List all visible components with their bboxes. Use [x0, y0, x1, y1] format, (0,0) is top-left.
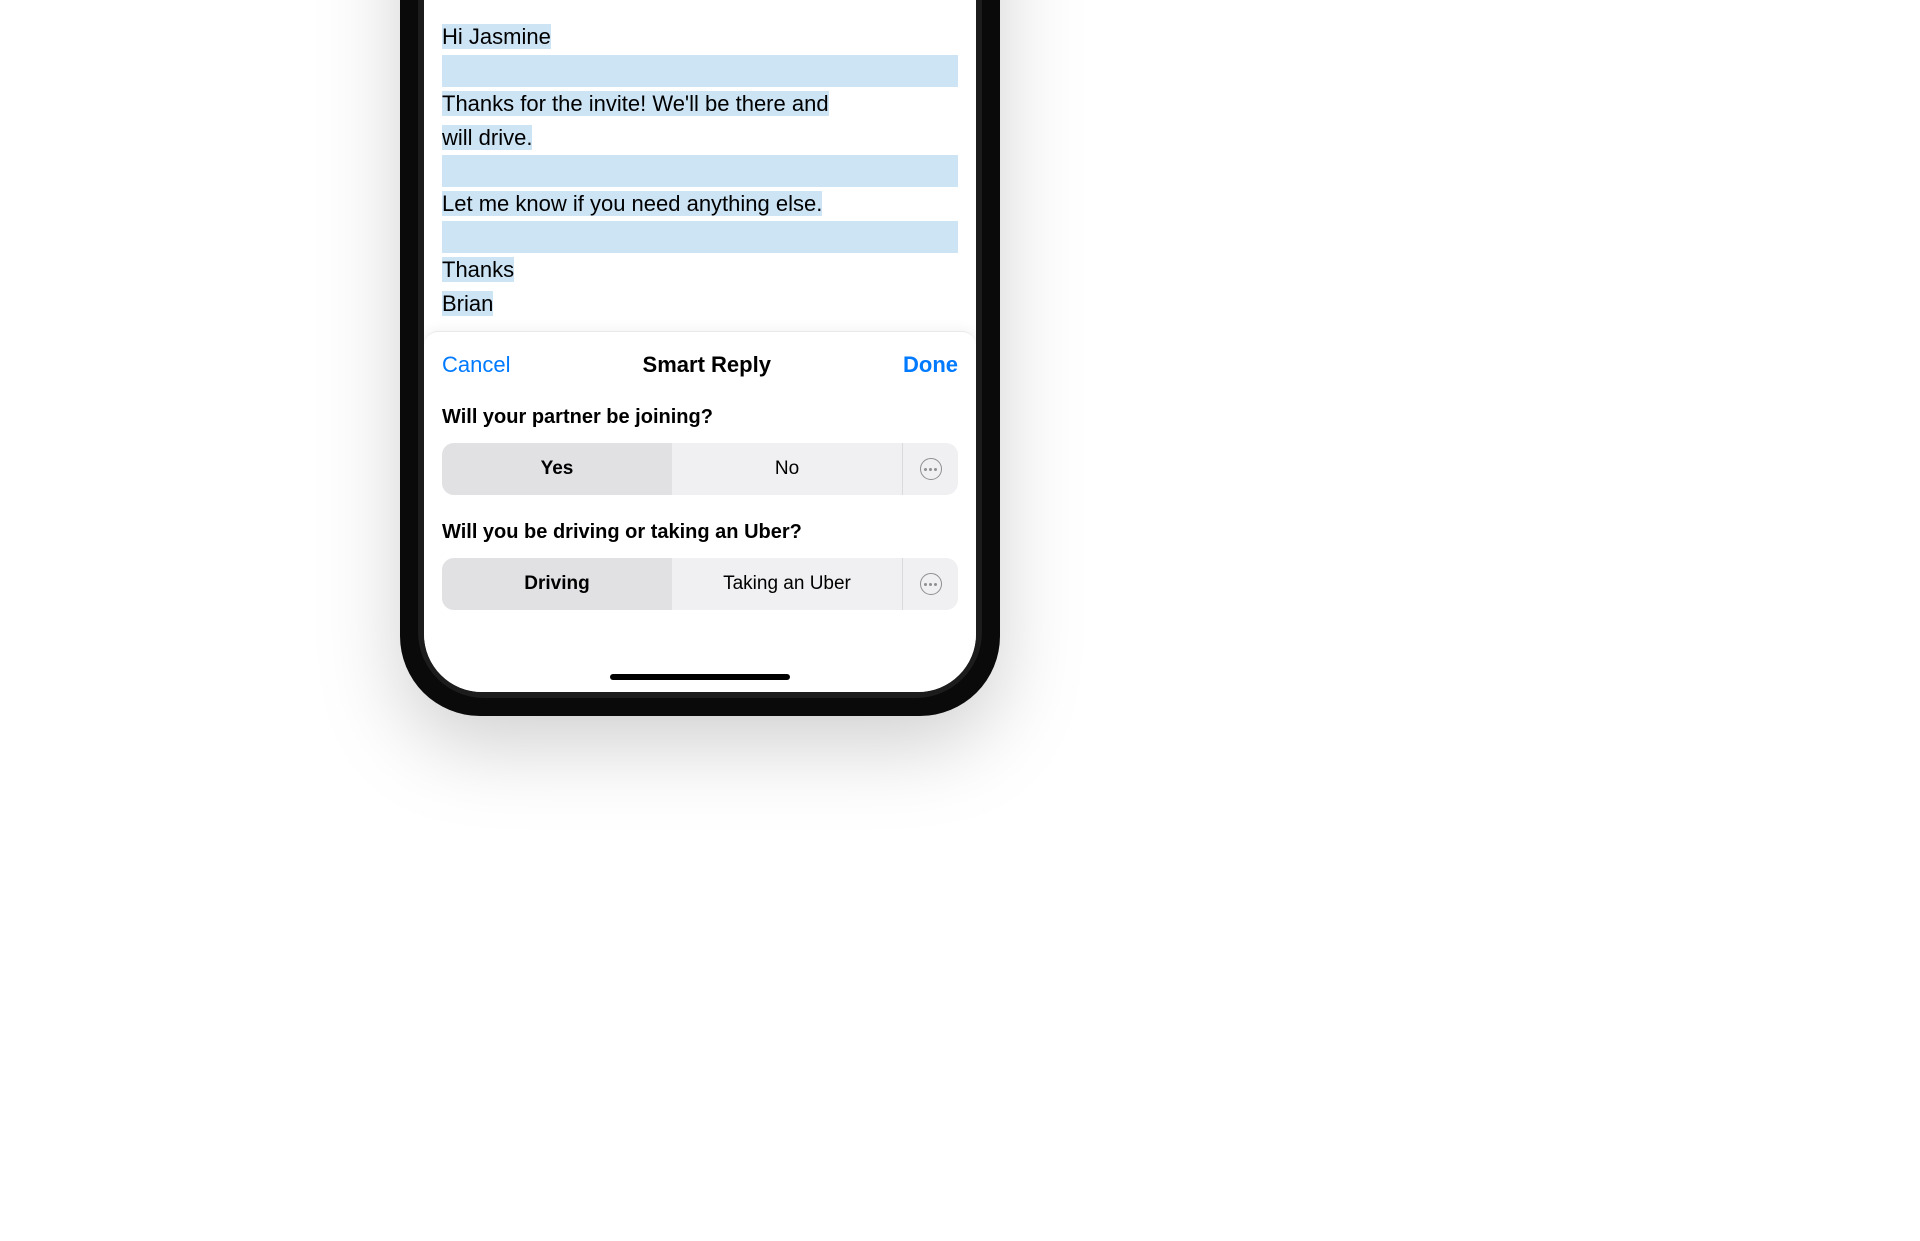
question-block-transport: Will you be driving or taking an Uber? D… [442, 521, 958, 610]
segmented-control-transport: Driving Taking an Uber [442, 558, 958, 610]
email-line1: Thanks for the invite! We'll be there an… [442, 91, 829, 116]
done-button[interactable]: Done [903, 352, 958, 378]
question-prompt: Will you be driving or taking an Uber? [442, 521, 958, 544]
email-line3: Let me know if you need anything else. [442, 191, 822, 216]
home-indicator[interactable] [610, 674, 790, 680]
ellipsis-icon [920, 458, 942, 480]
sheet-title: Smart Reply [643, 352, 771, 378]
option-yes[interactable]: Yes [442, 443, 672, 495]
segmented-control-partner: Yes No [442, 443, 958, 495]
option-no[interactable]: No [672, 443, 902, 495]
ellipsis-icon [920, 573, 942, 595]
email-greeting: Hi Jasmine [442, 24, 551, 49]
email-closing2: Brian [442, 291, 493, 316]
option-uber[interactable]: Taking an Uber [672, 558, 902, 610]
phone-screen: Hi Jasmine Thanks for the invite! We'll … [424, 0, 976, 692]
more-options-button[interactable] [902, 558, 958, 610]
email-body: Hi Jasmine Thanks for the invite! We'll … [424, 0, 976, 331]
sheet-header: Cancel Smart Reply Done [442, 352, 958, 378]
option-driving[interactable]: Driving [442, 558, 672, 610]
phone-frame: Hi Jasmine Thanks for the invite! We'll … [400, 0, 1000, 716]
phone-device: Hi Jasmine Thanks for the invite! We'll … [400, 0, 1000, 760]
email-line2: will drive. [442, 125, 532, 150]
question-block-partner: Will your partner be joining? Yes No [442, 406, 958, 495]
email-closing1: Thanks [442, 257, 514, 282]
smart-reply-sheet: Cancel Smart Reply Done Will your partne… [424, 331, 976, 692]
question-prompt: Will your partner be joining? [442, 406, 958, 429]
cancel-button[interactable]: Cancel [442, 352, 510, 378]
more-options-button[interactable] [902, 443, 958, 495]
